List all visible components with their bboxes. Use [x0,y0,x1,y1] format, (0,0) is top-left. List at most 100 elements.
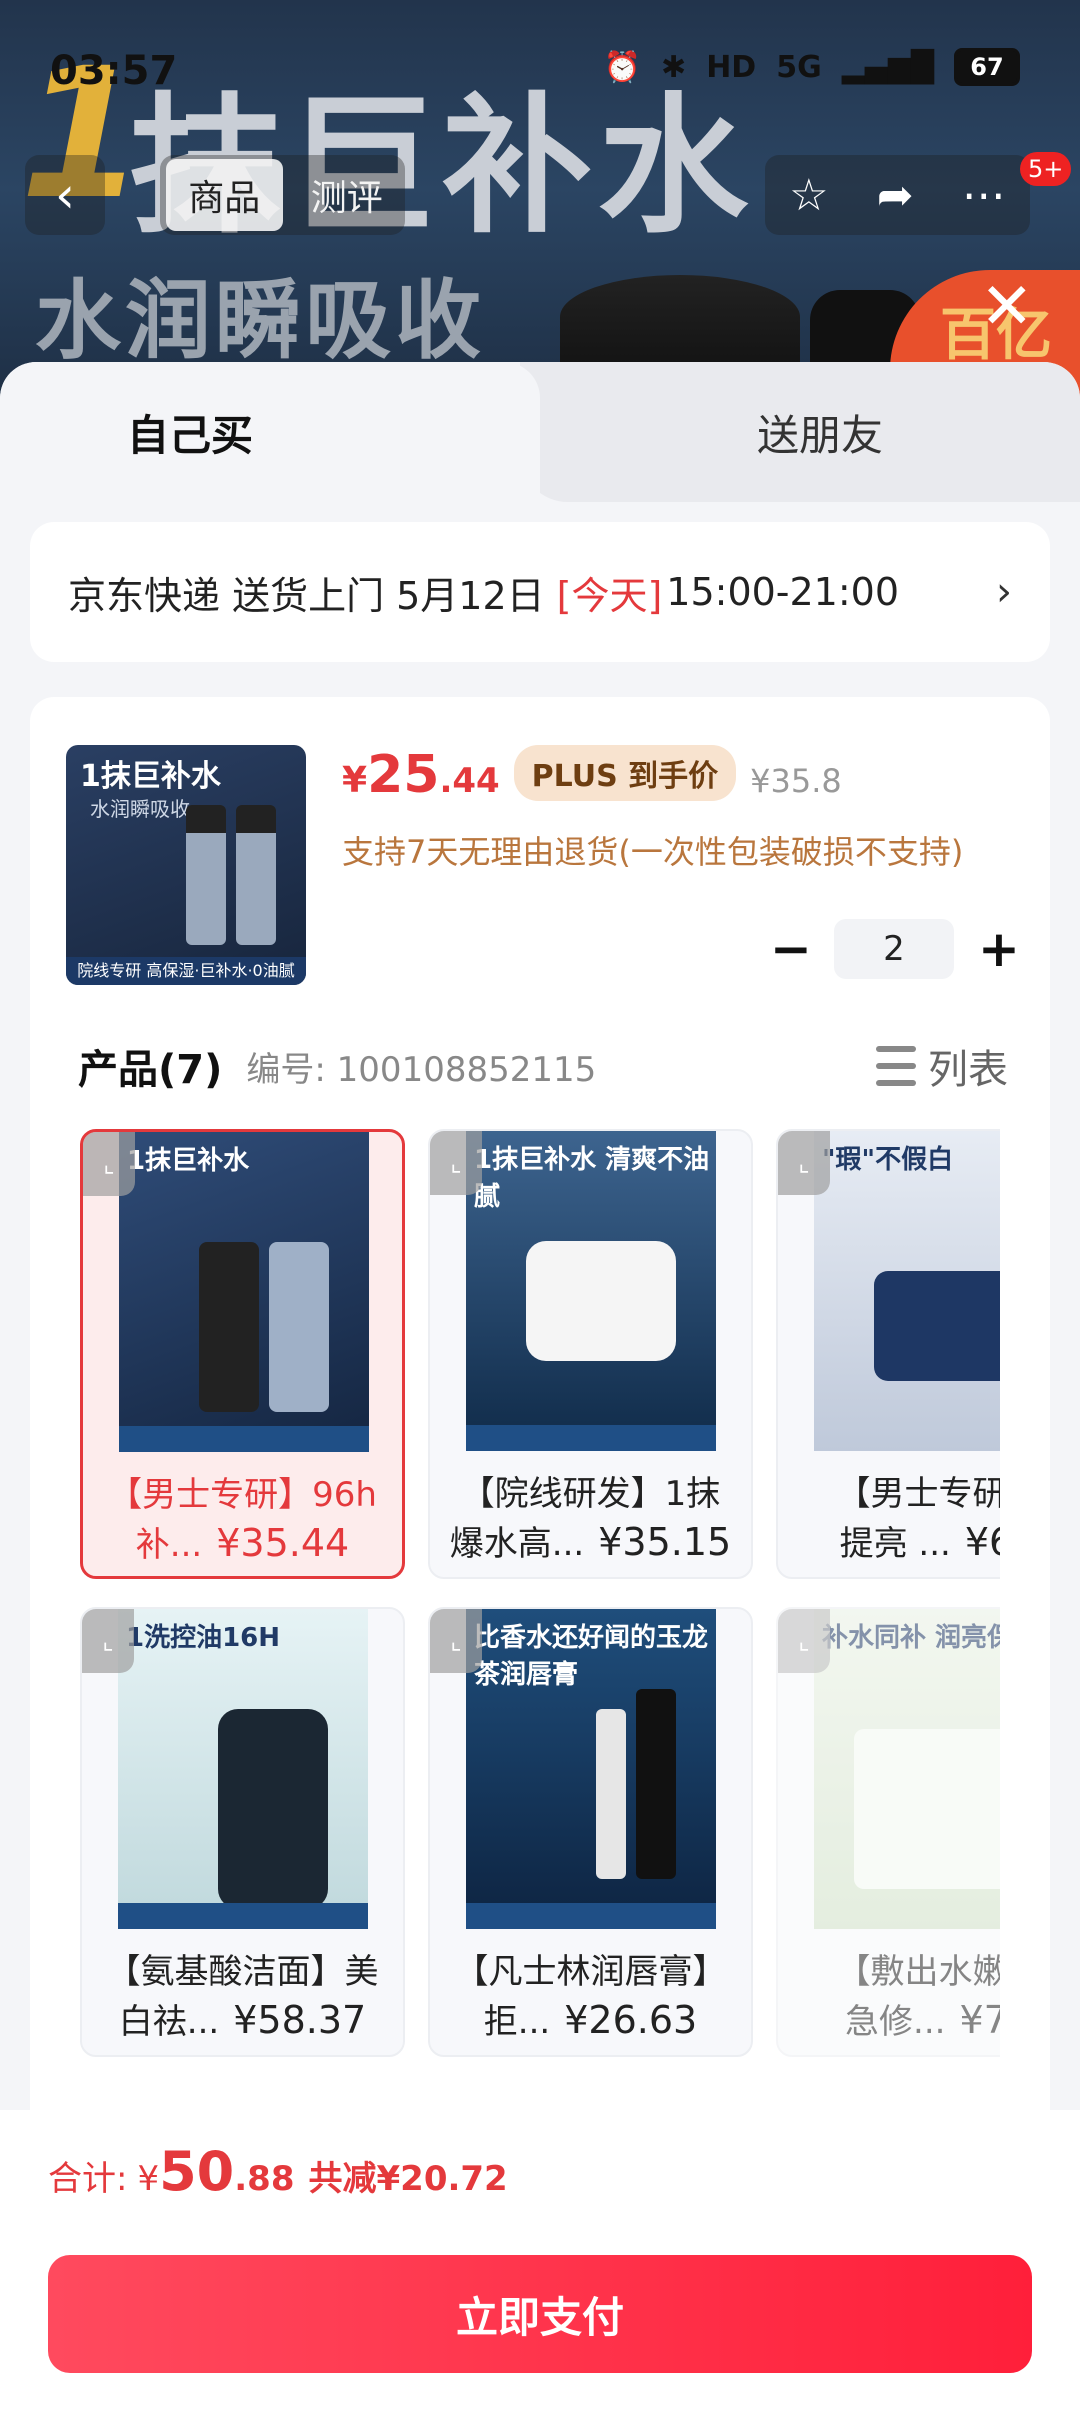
bottle-image [236,805,276,945]
variant-desc: 爆水高... [449,1524,585,1564]
increase-button[interactable]: + [978,920,1020,978]
hd-label: HD [706,49,757,85]
total-yen: ¥ [137,2159,160,2199]
expand-icon[interactable]: ⌞ [778,1609,830,1673]
variant-line2: 白祛... ¥58.37 [82,1994,403,2043]
status-time: 03:57 [50,48,178,94]
total-int: 50 [159,2140,235,2203]
variant-image: "瑕"不假白 [814,1131,1000,1451]
variant-caption: 1抹巨补水 清爽不油腻 [474,1145,710,1212]
variant-tile[interactable]: 比香水还好闻的玉龙茶润唇膏 ⌞ 【凡士林润唇膏】 拒... ¥26.63 [428,1607,753,2057]
variant-price: ¥68 [964,1520,1000,1564]
total-dec: .88 [234,2159,295,2199]
back-button[interactable]: ‹ [25,155,105,235]
decrease-button[interactable]: − [770,920,812,978]
expand-icon[interactable]: ⌞ [430,1609,482,1673]
variant-desc: 拒... [483,2002,551,2042]
price-dec: .44 [439,761,500,801]
bluetooth-icon: ✱ [661,49,687,85]
purchase-sheet: 送朋友 自己买 京东快递 送货上门 5月12日 [今天] 15:00-21:00… [0,362,1080,2412]
variant-price: ¥35.44 [216,1521,350,1565]
price-row: ¥25.44 PLUS 到手价 ¥35.8 [342,745,842,807]
variant-tile[interactable]: 1抹巨补水 清爽不油腻 ⌞ 【院线研发】1抹 爆水高... ¥35.15 [428,1129,753,1579]
message-badge: 5+ [1020,152,1072,186]
variant-line2: 拒... ¥26.63 [430,1994,751,2043]
variant-line2: 补... ¥35.44 [83,1517,402,1566]
product-sku: 编号: 100108852115 [246,1049,597,1090]
delivery-carrier: 京东快递 送货上门 [68,573,385,618]
tab-self-label: 自己买 [126,410,253,460]
expand-icon[interactable]: ⌞ [82,1609,134,1673]
variant-tile[interactable]: 1洗控油16H ⌞ 【氨基酸洁面】美 白祛... ¥58.37 [80,1607,405,2057]
original-price: ¥35.8 [750,762,842,800]
variant-tile[interactable]: "瑕"不假白 ⌞ 【男士专研】 提亮 ... ¥68 [776,1129,1000,1579]
battery-level: 67 [970,53,1004,81]
variant-price: ¥58.37 [233,1998,367,2042]
plus-price-badge: PLUS 到手价 [513,745,737,801]
plus-price: ¥25.44 [342,745,500,805]
variant-image: 1洗控油16H [118,1609,368,1929]
hero-subheadline: 水润瞬吸收 [35,271,485,371]
variant-name: 【氨基酸洁面】美 [106,1952,379,1992]
delivery-info[interactable]: 京东快递 送货上门 5月12日 [今天] 15:00-21:00 › [30,522,1050,662]
variant-image: 补水同补 润亮保 [814,1609,1000,1929]
star-icon[interactable]: ☆ [789,170,828,221]
expand-icon[interactable]: ⌞ [83,1132,135,1196]
tab-review[interactable]: 测评 [289,169,406,221]
price-int: 25 [367,745,440,805]
tab-gift-friend[interactable]: 送朋友 [520,362,1080,502]
variant-caption: 1洗控油16H [126,1623,281,1653]
battery-icon: 67 [954,48,1020,86]
variant-image: 1抹巨补水 [119,1132,369,1452]
return-policy: 支持7天无理由退货(一次性包装破损不支持) [342,833,964,871]
order-total: 合计: ¥ 50 .88 共减¥20.72 [48,2140,508,2203]
total-discount: 共减¥20.72 [308,2159,508,2199]
variant-price: ¥26.63 [564,1998,698,2042]
tab-gift-label: 送朋友 [756,410,883,460]
thumb-footer: 院线专研 高保湿·巨补水·0油腻 [66,957,306,985]
variant-caption: 1抹巨补水 [127,1146,250,1176]
quantity-value[interactable]: 2 [834,919,954,979]
variant-caption: "瑕"不假白 [822,1145,954,1175]
checkout-bar: 合计: ¥ 50 .88 共减¥20.72 立即支付 [0,2110,1080,2412]
expand-icon[interactable]: ⌞ [430,1131,482,1195]
variant-desc: 提亮 ... [839,1524,951,1564]
product-thumbnail[interactable]: 1抹巨补水 水润瞬吸收 院线专研 高保湿·巨补水·0油腻 [66,745,306,985]
price-yen: ¥ [342,760,368,801]
signal-icon: ▂▄▆█ [841,49,934,85]
status-icons: ⏰ ✱ HD 5G ▂▄▆█ 67 [604,48,1020,86]
quantity-stepper: − 2 + [770,919,1020,979]
share-icon[interactable]: ➦ [877,170,914,221]
variant-name: 【男士专研】96h [108,1475,377,1515]
list-view-toggle[interactable]: 列表 [876,1037,1008,1095]
delivery-date: 5月12日 [396,573,545,618]
product-list-header: 产品(7) 编号: 100108852115 列表 [78,1037,1008,1095]
variant-line2: 急修... ¥78 [778,1994,1000,2043]
close-icon[interactable]: ✕ [980,270,1034,344]
nav-actions: ☆ ➦ ⋯ [765,155,1030,235]
variant-tile[interactable]: 1抹巨补水 ⌞ 【男士专研】96h 补... ¥35.44 [80,1129,405,1579]
variant-caption: 补水同补 润亮保 [822,1623,1000,1653]
thumb-title: 1抹巨补水 [80,759,221,794]
pay-now-button[interactable]: 立即支付 [48,2255,1032,2373]
tab-buy-self[interactable]: 自己买 [0,362,540,502]
tab-product[interactable]: 商品 [166,159,283,231]
delivery-today: [今天] [556,573,663,618]
expand-icon[interactable]: ⌞ [778,1131,830,1195]
more-icon[interactable]: ⋯ [962,170,1006,221]
back-icon: ‹ [55,166,75,224]
variant-desc: 白祛... [118,2002,220,2042]
status-bar: 03:57 ⏰ ✱ HD 5G ▂▄▆█ 67 [0,0,1080,140]
list-view-label: 列表 [928,1047,1008,1093]
network-label: 5G [776,49,822,85]
variant-tile[interactable]: 补水同补 润亮保 ⌞ 【敷出水嫩肌 急修... ¥78 [776,1607,1000,2057]
variant-grid: 1抹巨补水 ⌞ 【男士专研】96h 补... ¥35.44 1抹巨补水 清爽不油腻… [80,1129,1000,2059]
variant-caption: 比香水还好闻的玉龙茶润唇膏 [474,1623,709,1690]
variant-image: 比香水还好闻的玉龙茶润唇膏 [466,1609,716,1929]
product-count-title: 产品(7) [78,1047,223,1093]
variant-price: ¥78 [959,1998,1000,2042]
thumb-subtitle: 水润瞬吸收 [90,797,190,821]
variant-name: 【院线研发】1抹 [460,1474,721,1514]
alarm-icon: ⏰ [603,49,642,85]
bottle-image [186,805,226,945]
